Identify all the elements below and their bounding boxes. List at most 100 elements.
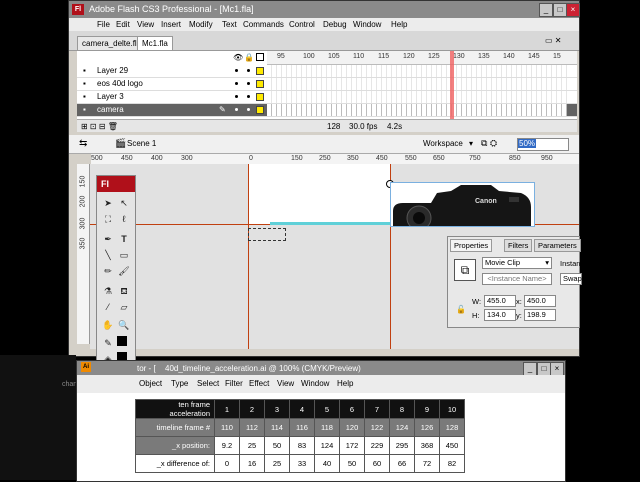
playhead[interactable] (450, 51, 454, 119)
tab-properties[interactable]: Properties (450, 239, 493, 252)
visibility-dot[interactable] (235, 69, 238, 72)
menu-filter[interactable]: Filter (225, 379, 243, 388)
free-transform-icon[interactable]: ⛶ (101, 212, 115, 226)
restore-icon[interactable]: ▭ ✕ (545, 36, 561, 45)
workspace-menu[interactable]: Workspace (423, 139, 463, 148)
subselection-tool-icon[interactable]: ↖ (117, 196, 131, 210)
tab-parameters[interactable]: Parameters (534, 239, 581, 252)
menu-object[interactable]: Object (139, 379, 162, 388)
eyedropper-icon[interactable]: ⁄ (101, 300, 115, 314)
menu-text[interactable]: Text (222, 20, 237, 29)
ink-bottle-icon[interactable]: ⚗ (101, 284, 115, 298)
lock-dot[interactable] (247, 95, 250, 98)
height-field[interactable]: 134.0 (484, 309, 516, 321)
lock-dot[interactable] (247, 108, 250, 111)
lock-icon[interactable]: 🔓 (456, 305, 466, 314)
illustrator-document[interactable]: ten frame acceleration 1 2 3 4 5 6 7 8 9… (77, 393, 565, 481)
stroke-swatch[interactable] (117, 336, 127, 346)
layer-frames[interactable] (267, 65, 567, 77)
visibility-dot[interactable] (235, 82, 238, 85)
menu-type[interactable]: Type (171, 379, 188, 388)
layer-name: camera (97, 105, 124, 114)
layer-color-icon[interactable] (256, 67, 264, 75)
zoom-field[interactable]: 50% (517, 138, 569, 151)
menu-edit[interactable]: Edit (116, 20, 130, 29)
camera-movie-clip[interactable]: Canon (390, 182, 535, 227)
layer-row[interactable]: ▪ Layer 29 (77, 65, 577, 78)
menu-effect[interactable]: Effect (249, 379, 269, 388)
lock-dot[interactable] (247, 69, 250, 72)
menu-select[interactable]: Select (197, 379, 219, 388)
close-icon[interactable]: × (550, 362, 564, 376)
menu-view[interactable]: View (137, 20, 154, 29)
new-layer-icon[interactable]: ⊞ ⊡ ⊟ 🗑 (81, 122, 118, 131)
close-icon[interactable]: × (566, 3, 580, 17)
tab-filters[interactable]: Filters (504, 239, 533, 252)
menu-control[interactable]: Control (289, 20, 315, 29)
edit-symbol-icon[interactable]: ⧉ ⛭ (481, 138, 497, 149)
menu-debug[interactable]: Debug (323, 20, 347, 29)
zoom-tool-icon[interactable]: 🔍 (117, 318, 131, 332)
lock-dot[interactable] (247, 82, 250, 85)
lock-icon[interactable]: 🔒 (244, 53, 254, 62)
layer-row[interactable]: ▪ eos 40d logo (77, 78, 577, 91)
lasso-tool-icon[interactable]: ℓ (117, 212, 131, 226)
ruler-tick: 145 (528, 53, 540, 60)
tab-mc1[interactable]: Mc1.fla (137, 36, 173, 51)
swap-button[interactable]: Swap (560, 273, 582, 285)
guide-vertical[interactable] (248, 164, 249, 349)
layer-color-icon[interactable] (256, 106, 264, 114)
menu-insert[interactable]: Insert (161, 20, 181, 29)
edit-bar: ⇆ 🎬 Scene 1 Workspace ▾ ⧉ ⛭ 50% (69, 135, 579, 154)
menu-help[interactable]: Help (337, 379, 353, 388)
menu-window[interactable]: Window (301, 379, 329, 388)
paint-bucket-icon[interactable]: ⛾ (117, 284, 131, 298)
menu-modify[interactable]: Modify (189, 20, 213, 29)
menu-file[interactable]: File (97, 20, 110, 29)
outline-icon[interactable] (256, 53, 264, 61)
pen-tool-icon[interactable]: ✒ (101, 232, 115, 246)
layer-color-icon[interactable] (256, 80, 264, 88)
back-arrow-icon[interactable]: ⇆ (79, 138, 87, 149)
tab-camera-delte[interactable]: camera_delte.fla (77, 36, 147, 51)
x-field[interactable]: 450.0 (524, 295, 556, 307)
rectangle-tool-icon[interactable]: ▭ (117, 248, 131, 262)
hand-tool-icon[interactable]: ✋ (101, 318, 115, 332)
brush-tool-icon[interactable]: 🖌 (117, 264, 131, 278)
layer-frames[interactable] (267, 104, 567, 116)
instance-name-input[interactable]: <Instance Name> (482, 273, 552, 285)
stroke-color-icon[interactable]: ✎ (101, 336, 115, 350)
text-tool-icon[interactable]: T (117, 232, 131, 246)
minimize-icon[interactable]: _ (523, 362, 537, 376)
eye-icon[interactable]: 👁 (233, 53, 243, 62)
selection-tool-icon[interactable]: ➤ (101, 196, 115, 210)
ruler-label: 850 (509, 155, 521, 162)
scene-name[interactable]: Scene 1 (127, 139, 156, 148)
width-field[interactable]: 455.0 (484, 295, 516, 307)
menu-commands[interactable]: Commands (243, 20, 284, 29)
symbol-type-select[interactable]: Movie Clip ▾ (482, 257, 552, 269)
layer-row-selected[interactable]: ▪ camera ✎ (77, 104, 577, 117)
maximize-icon[interactable]: □ (537, 362, 551, 376)
menu-view[interactable]: View (277, 379, 294, 388)
maximize-icon[interactable]: □ (553, 3, 567, 17)
table-cell: 72 (414, 454, 440, 473)
layer-name: Layer 29 (97, 66, 129, 75)
eraser-icon[interactable]: ▱ (117, 300, 131, 314)
visibility-dot[interactable] (235, 108, 238, 111)
layer-frames[interactable] (267, 91, 567, 103)
minimize-icon[interactable]: _ (539, 3, 553, 17)
layer-frames[interactable] (267, 78, 567, 90)
visibility-dot[interactable] (235, 95, 238, 98)
layer-row[interactable]: ▪ Layer 3 (77, 91, 577, 104)
header-label: ten frame acceleration (135, 399, 215, 419)
layer-color-icon[interactable] (256, 93, 264, 101)
line-tool-icon[interactable]: ╲ (101, 248, 115, 262)
menu-window[interactable]: Window (353, 20, 381, 29)
menu-help[interactable]: Help (391, 20, 407, 29)
y-field[interactable]: 198.9 (524, 309, 556, 321)
chevron-down-icon[interactable]: ▾ (469, 139, 473, 148)
empty-clip-outline[interactable] (248, 228, 286, 241)
pencil-tool-icon[interactable]: ✏ (101, 264, 115, 278)
stage-canvas[interactable] (248, 164, 391, 224)
